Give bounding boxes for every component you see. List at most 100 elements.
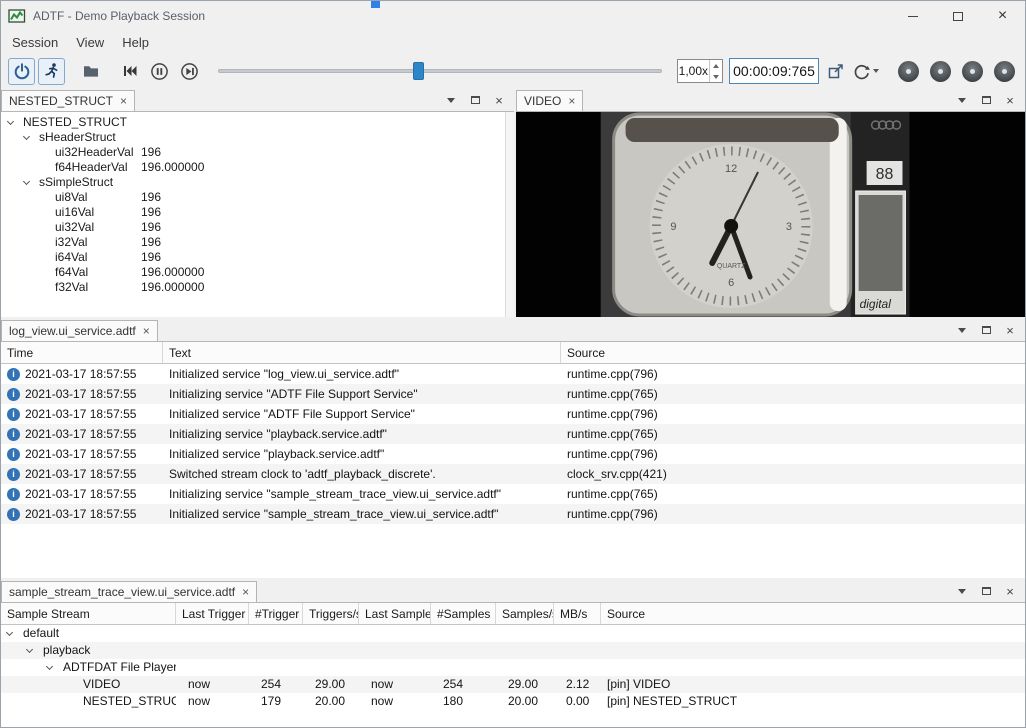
panel-menu-button[interactable] bbox=[955, 92, 969, 108]
expander-icon[interactable] bbox=[26, 646, 33, 653]
panel-float-button[interactable] bbox=[979, 322, 993, 338]
playback-speed-spinbox[interactable]: 1,00x bbox=[677, 59, 723, 83]
slider-track[interactable] bbox=[218, 69, 662, 73]
tree-row-f32val[interactable]: f32Val196.000000 bbox=[1, 280, 514, 295]
maximize-button[interactable] bbox=[935, 1, 980, 31]
log-row[interactable]: 2021-03-17 18:57:55Initializing service … bbox=[1, 384, 1025, 404]
expander-icon[interactable] bbox=[23, 133, 30, 140]
panel-menu-button[interactable] bbox=[955, 583, 969, 599]
column-header-mb-s[interactable]: MB/s bbox=[554, 603, 601, 624]
skip-to-end-button[interactable] bbox=[176, 58, 203, 85]
tab-close-icon[interactable]: × bbox=[120, 95, 127, 107]
speed-down-button[interactable] bbox=[710, 71, 722, 82]
panel-menu-button[interactable] bbox=[955, 322, 969, 338]
tab-close-icon[interactable]: × bbox=[568, 95, 575, 107]
panel-close-button[interactable]: × bbox=[1003, 92, 1017, 108]
close-button[interactable]: × bbox=[980, 1, 1025, 31]
tab-nested-struct[interactable]: NESTED_STRUCT × bbox=[1, 90, 135, 111]
trace-row-nested-struct[interactable]: NESTED_STRUCTnow17920.00now18020.000.00[… bbox=[1, 693, 1025, 710]
detach-player-button[interactable] bbox=[822, 58, 849, 85]
trace-cell-source: [pin] VIDEO bbox=[601, 676, 1025, 693]
tree-row-ui32headerval[interactable]: ui32HeaderVal196 bbox=[1, 145, 514, 160]
open-file-button[interactable] bbox=[77, 58, 104, 85]
log-row[interactable]: 2021-03-17 18:57:55Initialized service "… bbox=[1, 504, 1025, 524]
column-header-trigger[interactable]: #Trigger bbox=[249, 603, 303, 624]
tree-row-ui32val[interactable]: ui32Val196 bbox=[1, 220, 514, 235]
tab-video[interactable]: VIDEO × bbox=[516, 90, 583, 111]
expander-icon[interactable] bbox=[7, 118, 14, 125]
knob-button-2[interactable] bbox=[930, 61, 951, 82]
knob-button-1[interactable] bbox=[898, 61, 919, 82]
tree-node-value: 196 bbox=[141, 235, 161, 250]
panel-float-button[interactable] bbox=[979, 92, 993, 108]
log-time-cell: 2021-03-17 18:57:55 bbox=[1, 464, 163, 484]
tree-node-value: 196 bbox=[141, 250, 161, 265]
log-row[interactable]: 2021-03-17 18:57:55Switched stream clock… bbox=[1, 464, 1025, 484]
tree-row-i32val[interactable]: i32Val196 bbox=[1, 235, 514, 250]
expander-icon[interactable] bbox=[23, 178, 30, 185]
column-header-triggers-s[interactable]: Triggers/s bbox=[303, 603, 359, 624]
trace-cell-samples bbox=[431, 625, 496, 642]
repeat-mode-button[interactable] bbox=[852, 62, 879, 81]
panel-menu-button[interactable] bbox=[444, 92, 458, 108]
tab-log-view[interactable]: log_view.ui_service.adtf × bbox=[1, 320, 158, 341]
column-header-source[interactable]: Source bbox=[561, 342, 1025, 363]
vertical-scrollbar[interactable] bbox=[505, 112, 514, 317]
run-toggle-button[interactable] bbox=[38, 58, 65, 85]
speed-up-button[interactable] bbox=[710, 60, 722, 71]
menu-help[interactable]: Help bbox=[113, 33, 158, 52]
tab-trace-view[interactable]: sample_stream_trace_view.ui_service.adtf… bbox=[1, 581, 257, 602]
tab-label: VIDEO bbox=[524, 94, 561, 108]
column-header-samples-s[interactable]: Samples/s bbox=[496, 603, 554, 624]
column-header-time[interactable]: Time bbox=[1, 342, 163, 363]
trace-cell-samples: 254 bbox=[431, 676, 496, 693]
log-row[interactable]: 2021-03-17 18:57:55Initialized service "… bbox=[1, 364, 1025, 384]
tab-close-icon[interactable]: × bbox=[242, 586, 249, 598]
pause-button[interactable] bbox=[146, 58, 173, 85]
tree-row-ui16val[interactable]: ui16Val196 bbox=[1, 205, 514, 220]
tree-node-label: i64Val bbox=[55, 250, 87, 265]
log-row[interactable]: 2021-03-17 18:57:55Initialized service "… bbox=[1, 444, 1025, 464]
tree-row-ui8val[interactable]: ui8Val196 bbox=[1, 190, 514, 205]
trace-row-playback[interactable]: playback bbox=[1, 642, 1025, 659]
video-frame: 88 digital 12 3 6 bbox=[516, 112, 1025, 317]
column-header-text[interactable]: Text bbox=[163, 342, 561, 363]
panel-close-button[interactable]: × bbox=[1003, 583, 1017, 599]
tree-row-sheaderstruct[interactable]: sHeaderStruct bbox=[1, 130, 514, 145]
panel-float-button[interactable] bbox=[468, 92, 482, 108]
column-header-last-trigger[interactable]: Last Trigger bbox=[176, 603, 249, 624]
log-row[interactable]: 2021-03-17 18:57:55Initializing service … bbox=[1, 484, 1025, 504]
timeline-slider[interactable] bbox=[218, 58, 662, 84]
playback-time-display[interactable]: 00:00:09:765 bbox=[729, 58, 819, 84]
tree-row-ssimplestruct[interactable]: sSimpleStruct bbox=[1, 175, 514, 190]
column-header-sample-stream[interactable]: Sample Stream bbox=[1, 603, 176, 624]
tab-label: NESTED_STRUCT bbox=[9, 94, 113, 108]
column-header-source[interactable]: Source bbox=[601, 603, 1025, 624]
tree-row-nested-struct[interactable]: NESTED_STRUCT bbox=[1, 115, 514, 130]
knob-button-3[interactable] bbox=[962, 61, 983, 82]
tree-row-f64headerval[interactable]: f64HeaderVal196.000000 bbox=[1, 160, 514, 175]
power-toggle-button[interactable] bbox=[8, 58, 35, 85]
repeat-dropdown-caret-icon[interactable] bbox=[873, 69, 879, 73]
minimize-button[interactable] bbox=[890, 1, 935, 31]
knob-button-4[interactable] bbox=[994, 61, 1015, 82]
column-header-samples[interactable]: #Samples bbox=[431, 603, 496, 624]
slider-handle[interactable] bbox=[413, 62, 424, 80]
menu-session[interactable]: Session bbox=[3, 33, 67, 52]
tree-row-i64val[interactable]: i64Val 196 bbox=[1, 250, 514, 265]
panel-float-button[interactable] bbox=[979, 583, 993, 599]
column-header-last-sample[interactable]: Last Sample bbox=[359, 603, 431, 624]
skip-to-start-button[interactable] bbox=[116, 58, 143, 85]
menu-view[interactable]: View bbox=[67, 33, 113, 52]
tab-close-icon[interactable]: × bbox=[143, 325, 150, 337]
panel-close-button[interactable]: × bbox=[492, 92, 506, 108]
expander-icon[interactable] bbox=[6, 629, 13, 636]
trace-row-video[interactable]: VIDEOnow25429.00now25429.002.12[pin] VID… bbox=[1, 676, 1025, 693]
expander-icon[interactable] bbox=[46, 663, 53, 670]
trace-row-adtfdat-file-player[interactable]: ADTFDAT File Player bbox=[1, 659, 1025, 676]
panel-close-button[interactable]: × bbox=[1003, 322, 1017, 338]
trace-row-default[interactable]: default bbox=[1, 625, 1025, 642]
tree-row-f64val[interactable]: f64Val196.000000 bbox=[1, 265, 514, 280]
log-row[interactable]: 2021-03-17 18:57:55Initialized service "… bbox=[1, 404, 1025, 424]
log-row[interactable]: 2021-03-17 18:57:55Initializing service … bbox=[1, 424, 1025, 444]
